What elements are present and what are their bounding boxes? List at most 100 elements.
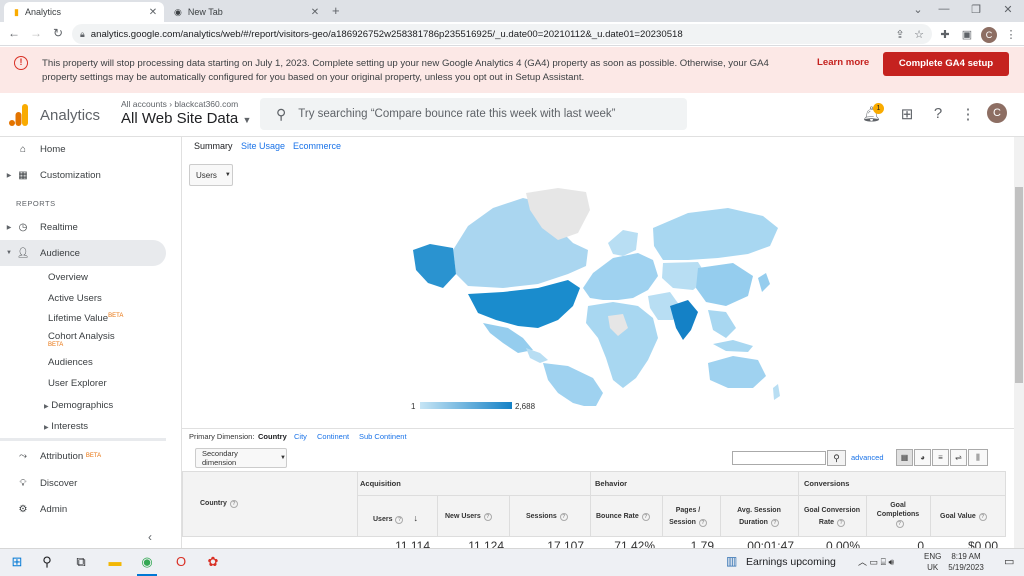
help-icon[interactable]: ?: [395, 516, 404, 524]
help-icon[interactable]: ?: [978, 513, 987, 521]
pie-view-icon[interactable]: ◕: [914, 449, 931, 466]
metric-selector[interactable]: Users ▼: [189, 164, 233, 186]
new-tab-button[interactable]: +: [332, 3, 340, 18]
column-header-goal-completions[interactable]: Goal Completions?: [870, 501, 926, 528]
bookmark-star-icon[interactable]: ☆: [912, 28, 926, 41]
help-icon[interactable]: ?: [641, 513, 650, 521]
more-vert-icon[interactable]: ⋮: [959, 105, 977, 123]
map-region-europe[interactable]: [583, 253, 658, 300]
search-icon[interactable]: ⚲: [38, 553, 56, 571]
comparison-view-icon[interactable]: ⇌: [950, 449, 967, 466]
profile-avatar[interactable]: C: [981, 27, 997, 43]
sidebar-item-customization[interactable]: ▶ ▦ Customization: [0, 162, 166, 188]
map-region-indonesia[interactable]: [713, 340, 753, 352]
close-tab-icon[interactable]: ✕: [146, 7, 160, 18]
browser-tab-newtab[interactable]: ◉ New Tab ✕: [164, 2, 326, 22]
column-header-goal-conversion-rate[interactable]: Goal Conversion Rate?: [801, 505, 863, 529]
help-icon[interactable]: ?: [229, 500, 238, 508]
windows-start-icon[interactable]: ⊞: [8, 553, 26, 571]
map-region-india[interactable]: [670, 300, 698, 340]
chrome-menu-icon[interactable]: ⋮: [1004, 28, 1018, 41]
apps-grid-icon[interactable]: ⊞: [898, 105, 916, 123]
column-header-avg-session-duration[interactable]: Avg. Session Duration?: [724, 505, 794, 529]
map-region-china[interactable]: [696, 263, 753, 306]
app-icon[interactable]: ✿: [204, 553, 222, 571]
chevron-up-icon[interactable]: ︿: [858, 557, 867, 567]
system-clock[interactable]: 8:19 AM 5/19/2023: [945, 551, 987, 573]
column-header-new-users[interactable]: New Users?: [445, 513, 492, 521]
system-tray[interactable]: ︿ ▭ ⌸ 🔊︎: [858, 555, 894, 568]
close-window-icon[interactable]: ✕: [998, 3, 1018, 16]
dimension-continent[interactable]: Continent: [317, 432, 349, 441]
sidebar-item-user-explorer[interactable]: User Explorer: [48, 378, 107, 389]
task-view-icon[interactable]: ⧉: [72, 553, 90, 571]
column-header-sessions[interactable]: Sessions?: [526, 513, 568, 521]
sidebar-item-audience[interactable]: ▼ 👤︎ Audience: [0, 240, 166, 266]
help-icon[interactable]: ?: [895, 520, 904, 528]
map-region-russia[interactable]: [653, 208, 778, 260]
table-view-icon[interactable]: ▦: [896, 449, 913, 466]
view-selector[interactable]: All Web Site Data ▼: [121, 110, 251, 127]
help-icon[interactable]: ?: [837, 519, 846, 527]
dimension-sub-continent[interactable]: Sub Continent: [359, 432, 407, 441]
map-region-central-america[interactable]: [526, 348, 548, 363]
sidebar-item-admin[interactable]: ⚙ Admin: [0, 496, 166, 522]
column-header-bounce-rate[interactable]: Bounce Rate?: [596, 513, 650, 521]
notification-center-icon[interactable]: ▭: [1004, 555, 1014, 568]
chrome-icon[interactable]: ◉: [138, 553, 156, 571]
sidebar-item-lifetime-value[interactable]: Lifetime ValueBETA: [48, 313, 123, 324]
camera-icon[interactable]: ▭: [870, 557, 879, 567]
sidebar-item-demographics[interactable]: ▶ Demographics: [44, 400, 113, 411]
tab-search-icon[interactable]: ⌄: [908, 3, 928, 16]
sidebar-item-interests[interactable]: ▶ Interests: [44, 421, 88, 432]
collapse-sidebar-icon[interactable]: ‹: [148, 530, 152, 544]
extensions-icon[interactable]: ✚: [938, 28, 952, 41]
account-breadcrumb[interactable]: All accounts › blackcat360.com: [121, 99, 238, 109]
restore-icon[interactable]: ❐: [966, 3, 986, 16]
help-icon[interactable]: ?: [559, 513, 568, 521]
column-header-country[interactable]: Country?: [200, 500, 238, 508]
world-map[interactable]: [408, 188, 783, 406]
column-header-users[interactable]: Users? ↓: [373, 513, 418, 524]
map-region-australia[interactable]: [708, 356, 766, 388]
map-region-new-zealand[interactable]: [773, 384, 780, 400]
learn-more-link[interactable]: Learn more: [817, 57, 869, 68]
table-filter-input[interactable]: [732, 451, 826, 465]
column-header-goal-value[interactable]: Goal Value?: [940, 513, 987, 521]
pivot-view-icon[interactable]: ⫼: [968, 449, 988, 466]
news-widget[interactable]: Earnings upcoming: [746, 556, 836, 568]
complete-ga4-setup-button[interactable]: Complete GA4 setup: [883, 52, 1009, 76]
sidebar-item-overview[interactable]: Overview: [48, 272, 88, 283]
sidebar-item-audiences[interactable]: Audiences: [48, 357, 93, 368]
browser-tab-analytics[interactable]: ▮ Analytics ✕: [4, 2, 164, 22]
map-region-south-america[interactable]: [543, 363, 603, 406]
sidebar-item-realtime[interactable]: ▶ ◷ Realtime: [0, 214, 166, 240]
side-panel-icon[interactable]: ▣: [960, 28, 974, 41]
forward-icon[interactable]: →: [28, 26, 44, 40]
map-region-mexico[interactable]: [483, 323, 533, 353]
tab-ecommerce[interactable]: Ecommerce: [293, 141, 341, 151]
tab-site-usage[interactable]: Site Usage: [241, 141, 285, 151]
file-explorer-icon[interactable]: ▬: [106, 553, 124, 571]
dimension-city[interactable]: City: [294, 432, 307, 441]
help-icon[interactable]: ?: [698, 519, 707, 527]
map-region-scandinavia[interactable]: [608, 230, 638, 256]
back-icon[interactable]: ←: [6, 26, 22, 40]
url-bar[interactable]: 🔒︎ analytics.google.com/analytics/web/#/…: [72, 24, 932, 44]
secondary-dimension-select[interactable]: Secondary dimension ▼: [195, 448, 287, 468]
sidebar-item-discover[interactable]: 💡︎ Discover: [0, 470, 166, 496]
map-region-alaska[interactable]: [413, 244, 456, 288]
reload-icon[interactable]: ↻: [50, 26, 66, 40]
map-region-usa[interactable]: [468, 280, 580, 328]
network-icon[interactable]: ⌸: [881, 557, 886, 567]
sidebar-item-attribution[interactable]: ⤳ Attribution BETA: [0, 443, 166, 469]
sidebar-item-active-users[interactable]: Active Users: [48, 293, 102, 304]
dimension-country[interactable]: Country: [258, 432, 287, 441]
map-region-se-asia[interactable]: [708, 310, 736, 338]
help-icon[interactable]: ?: [929, 105, 947, 122]
table-search-button[interactable]: ⚲: [827, 450, 846, 466]
account-avatar[interactable]: C: [987, 103, 1007, 123]
opera-icon[interactable]: O: [172, 553, 190, 571]
help-icon[interactable]: ?: [483, 513, 492, 521]
advanced-filter-link[interactable]: advanced: [851, 453, 884, 462]
